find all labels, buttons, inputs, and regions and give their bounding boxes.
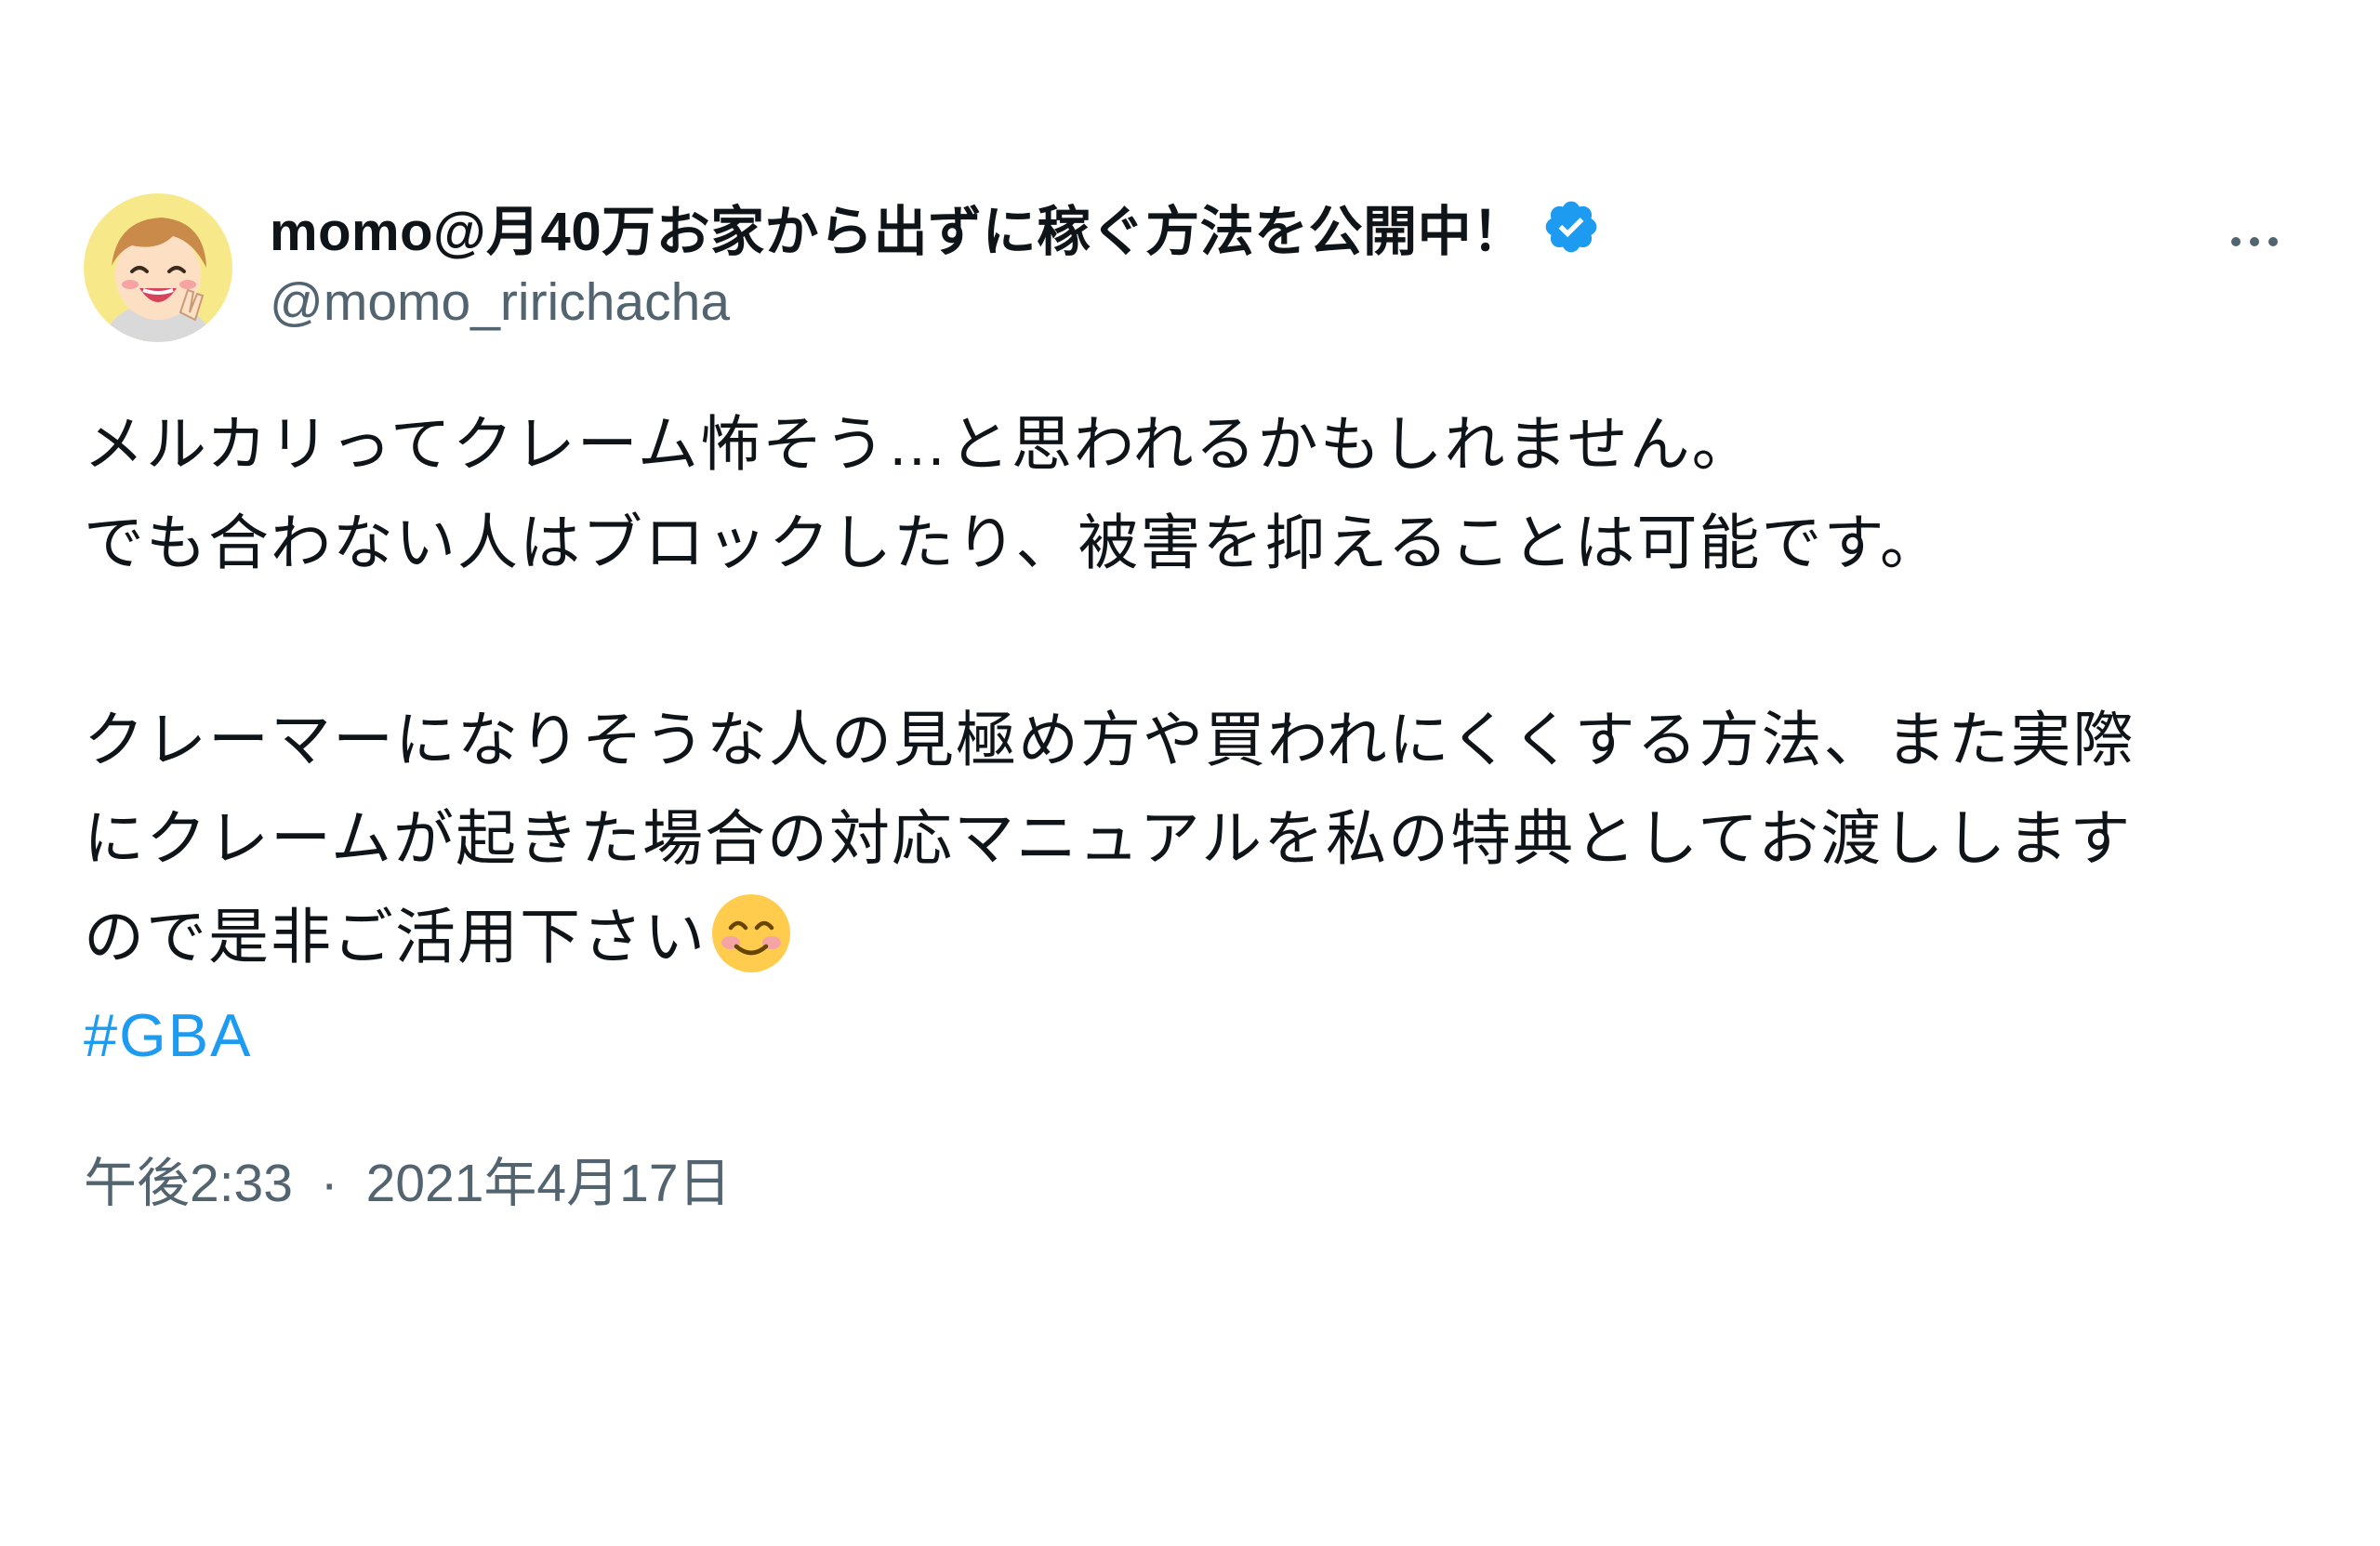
smiling-face-emoji-icon [710, 892, 792, 974]
hashtag-link[interactable]: #GBA [84, 986, 252, 1085]
tweet-date-link[interactable]: 2021年4月17日 [366, 1154, 732, 1213]
more-options-button[interactable] [2217, 214, 2292, 270]
more-horizontal-icon-dot [2268, 237, 2278, 246]
author-handle[interactable]: @momo_ririchacha [270, 271, 1601, 333]
tweet-card: momo@月40万お家から出ずに稼ぐ方法を公開中！ @momo_ririchac… [84, 186, 2315, 1217]
tweet-text-line-last: ので是非ご活用下さい [84, 888, 2315, 986]
tweet-text-line: メルカリってクレーム怖そう…と思われるかもしれません。 [84, 410, 1754, 478]
tweet-text-line: でも合わない人はブロックしたり、被害を抑えることは可能です。 [84, 509, 1942, 576]
timestamp-separator: · [320, 1154, 338, 1213]
author-names: momo@月40万お家から出ずに稼ぐ方法を公開中！ @momo_ririchac… [270, 186, 1601, 333]
tweet-text-line: クレーマーになりそうな人の見極め方や買われにくくする方法、また実際 [84, 706, 2135, 773]
tweet-time-link[interactable]: 午後2:33 [84, 1154, 293, 1213]
more-horizontal-icon-dot [2250, 237, 2259, 246]
avatar-cartoon-face-icon [84, 193, 232, 342]
tweet-header: momo@月40万お家から出ずに稼ぐ方法を公開中！ @momo_ririchac… [84, 186, 2315, 349]
tweet-text-line: にクレームが起きた場合の対応マニュアルを私の特典としてお渡しします [84, 804, 2133, 872]
more-horizontal-icon [2231, 237, 2241, 246]
author-display-name[interactable]: momo@月40万お家から出ずに稼ぐ方法を公開中！ [270, 188, 1527, 266]
avatar[interactable] [84, 193, 232, 342]
tweet-text: メルカリってクレーム怖そう…と思われるかもしれません。 でも合わない人はブロック… [84, 395, 2315, 1085]
display-name-row: momo@月40万お家から出ずに稼ぐ方法を公開中！ [270, 186, 1601, 268]
verified-badge-icon [1541, 197, 1601, 257]
tweet-text-segment: ので是非ご活用下さい [84, 903, 707, 971]
tweet-timestamp: 午後2:33 · 2021年4月17日 [84, 1141, 2315, 1217]
